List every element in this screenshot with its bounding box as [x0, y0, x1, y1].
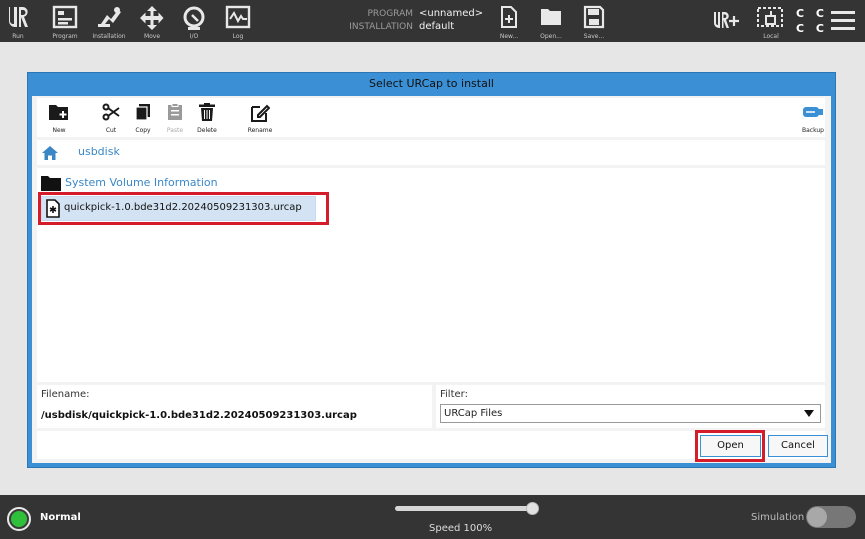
installation-key: INSTALLATION	[349, 22, 413, 32]
dialog-body: New Cut Copy Paste Delete Rename Backup …	[32, 96, 831, 463]
bottom-bar: Normal Speed 100% Simulation	[0, 495, 865, 539]
new-program-label: New...	[499, 33, 519, 40]
filename-panel: Filename: /usbdisk/quickpick-1.0.bde31d2…	[37, 385, 432, 428]
delete-label: Delete	[197, 127, 217, 134]
filter-label: Filter:	[440, 389, 468, 400]
usb-backup-icon	[803, 107, 823, 117]
file-item[interactable]: quickpick-1.0.bde31d2.20240509231303.urc…	[41, 196, 316, 221]
nav-installation[interactable]: Installation	[90, 0, 128, 42]
nav-move[interactable]: Move	[136, 0, 168, 42]
nav-io[interactable]: I/O	[178, 0, 210, 42]
rename-pencil-icon	[251, 104, 270, 122]
cancel-button[interactable]: Cancel	[768, 435, 828, 457]
robot-status-text: Normal	[40, 512, 81, 523]
filter-selected-value: URCap Files	[444, 408, 503, 419]
backup-button[interactable]: Backup	[799, 98, 827, 137]
trash-icon	[199, 103, 215, 121]
new-program-button[interactable]: New...	[495, 0, 523, 42]
dialog-button-bar: Open Cancel	[37, 430, 828, 462]
new-file-icon	[501, 6, 517, 28]
open-program-label: Open...	[540, 33, 562, 40]
local-control-icon	[757, 7, 783, 27]
save-program-button[interactable]: Save...	[580, 0, 608, 42]
home-icon[interactable]	[42, 146, 58, 160]
folder-icon	[41, 176, 61, 191]
save-program-label: Save...	[583, 33, 605, 40]
rename-button[interactable]: Rename	[246, 98, 274, 137]
filename-label: Filename:	[41, 389, 90, 400]
program-icon	[52, 5, 78, 29]
installation-name: default	[419, 21, 455, 32]
folder-name: System Volume Information	[65, 176, 218, 189]
installation-icon	[98, 7, 121, 27]
paste-icon	[168, 103, 182, 120]
file-toolbar: New Cut Copy Paste Delete Rename Backup	[37, 98, 825, 137]
speed-label: Speed 100%	[429, 523, 493, 534]
file-name: quickpick-1.0.bde31d2.20240509231303.urc…	[64, 202, 302, 213]
save-icon	[583, 5, 605, 29]
speed-slider-track[interactable]	[395, 506, 533, 511]
paste-button[interactable]: Paste	[161, 98, 189, 137]
simulation-label: Simulation	[751, 512, 805, 523]
nav-installation-label: Installation	[92, 33, 126, 40]
nav-run-label: Run	[12, 33, 24, 40]
nav-run[interactable]: Run	[2, 0, 34, 42]
select-urcap-dialog: Select URCap to install New Cut Copy Pas…	[27, 72, 836, 468]
new-folder-label: New	[52, 127, 66, 134]
backup-label: Backup	[802, 127, 824, 134]
filter-dropdown[interactable]: URCap Files	[440, 404, 821, 423]
rename-label: Rename	[247, 127, 273, 134]
hamburger-menu-icon	[831, 11, 855, 30]
speed-slider-handle[interactable]	[526, 502, 539, 515]
nav-program[interactable]: Program	[48, 0, 82, 42]
nav-log[interactable]: Log	[222, 0, 254, 42]
log-icon	[225, 5, 251, 29]
scissors-icon	[102, 103, 120, 121]
copy-button[interactable]: Copy	[129, 98, 157, 137]
filter-panel: Filter: URCap Files	[436, 385, 825, 428]
dropdown-arrow-icon	[804, 410, 814, 417]
menu-button[interactable]	[826, 0, 860, 42]
cut-button[interactable]: Cut	[97, 98, 125, 137]
nav-io-label: I/O	[189, 33, 199, 40]
copy-icon	[135, 104, 150, 121]
ur-plus-icon	[714, 12, 739, 28]
ur-logo-icon	[9, 7, 28, 27]
program-key: PROGRAM	[367, 9, 413, 19]
simulation-toggle[interactable]	[806, 506, 856, 528]
cc-indicator-lower: C C	[796, 22, 828, 35]
open-program-button[interactable]: Open...	[537, 0, 565, 42]
filename-field[interactable]: /usbdisk/quickpick-1.0.bde31d2.202405092…	[41, 410, 357, 421]
delete-button[interactable]: Delete	[193, 98, 221, 137]
local-control-label: Local	[763, 33, 779, 40]
cc-indicator: C C	[796, 7, 828, 20]
dialog-title: Select URCap to install	[369, 77, 494, 90]
new-folder-button[interactable]: New	[45, 98, 73, 137]
file-list: System Volume Information quickpick-1.0.…	[37, 168, 825, 382]
nav-move-label: Move	[143, 33, 161, 40]
open-folder-icon	[541, 9, 561, 25]
current-path[interactable]: usbdisk	[78, 145, 120, 158]
new-folder-icon	[49, 105, 68, 120]
urcap-file-icon	[46, 199, 60, 218]
nav-program-label: Program	[52, 33, 78, 40]
local-control-button[interactable]: Local	[754, 0, 788, 42]
move-icon	[140, 6, 164, 30]
path-bar: usbdisk	[37, 140, 825, 165]
program-name: <unnamed>	[419, 8, 484, 19]
io-icon	[183, 6, 205, 30]
open-button[interactable]: Open	[700, 435, 761, 457]
urcaps-button[interactable]	[711, 0, 743, 42]
top-bar: Run Program Installation Move I/O Log PR…	[0, 0, 865, 42]
nav-log-label: Log	[232, 33, 244, 40]
robot-status-indicator[interactable]	[7, 507, 31, 531]
